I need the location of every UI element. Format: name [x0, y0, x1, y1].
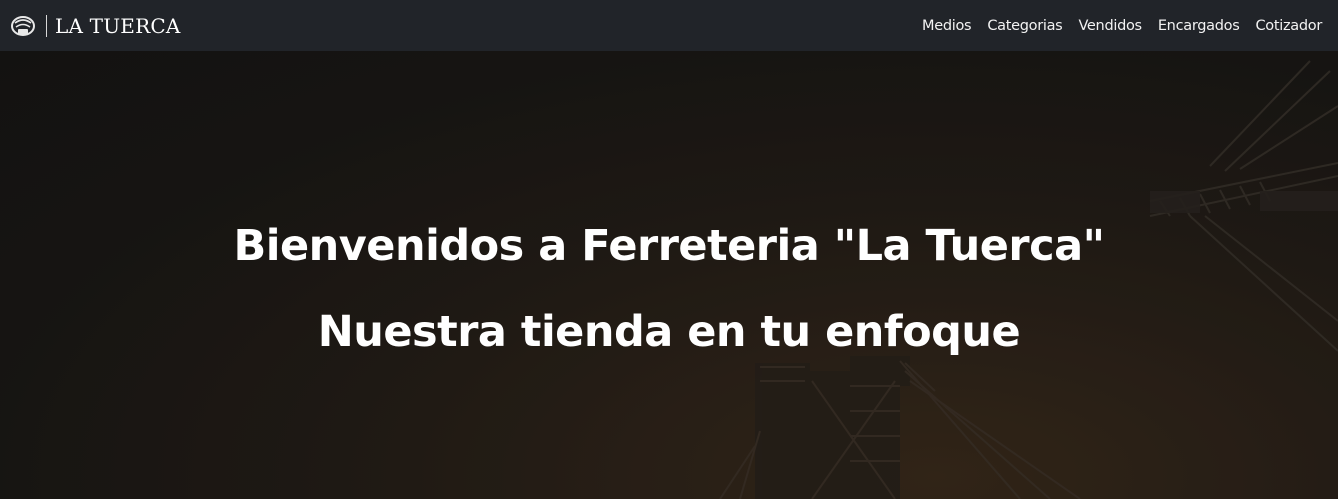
industrial-crane-night-image: [0, 51, 1338, 499]
hero-section: Bienvenidos a Ferreteria "La Tuerca" Nue…: [0, 51, 1338, 499]
top-navbar: LA TUERCA Medios Categorias Vendidos Enc…: [0, 0, 1338, 51]
hero-title: Bienvenidos a Ferreteria "La Tuerca": [233, 221, 1105, 271]
nav-link-encargados[interactable]: Encargados: [1158, 18, 1240, 34]
nav-links: Medios Categorias Vendidos Encargados Co…: [906, 18, 1322, 34]
nav-link-categorias[interactable]: Categorias: [987, 18, 1062, 34]
nav-link-cotizador[interactable]: Cotizador: [1255, 18, 1322, 34]
brand-link[interactable]: LA TUERCA: [10, 14, 180, 38]
brand-name: LA TUERCA: [55, 13, 181, 38]
brand-divider: [46, 14, 47, 37]
hero-subtitle: Nuestra tienda en tu enfoque: [317, 307, 1021, 357]
nut-logo-icon: [10, 14, 36, 38]
nav-link-vendidos[interactable]: Vendidos: [1078, 18, 1142, 34]
page: LA TUERCA Medios Categorias Vendidos Enc…: [0, 0, 1338, 499]
nav-link-medios[interactable]: Medios: [922, 18, 972, 34]
